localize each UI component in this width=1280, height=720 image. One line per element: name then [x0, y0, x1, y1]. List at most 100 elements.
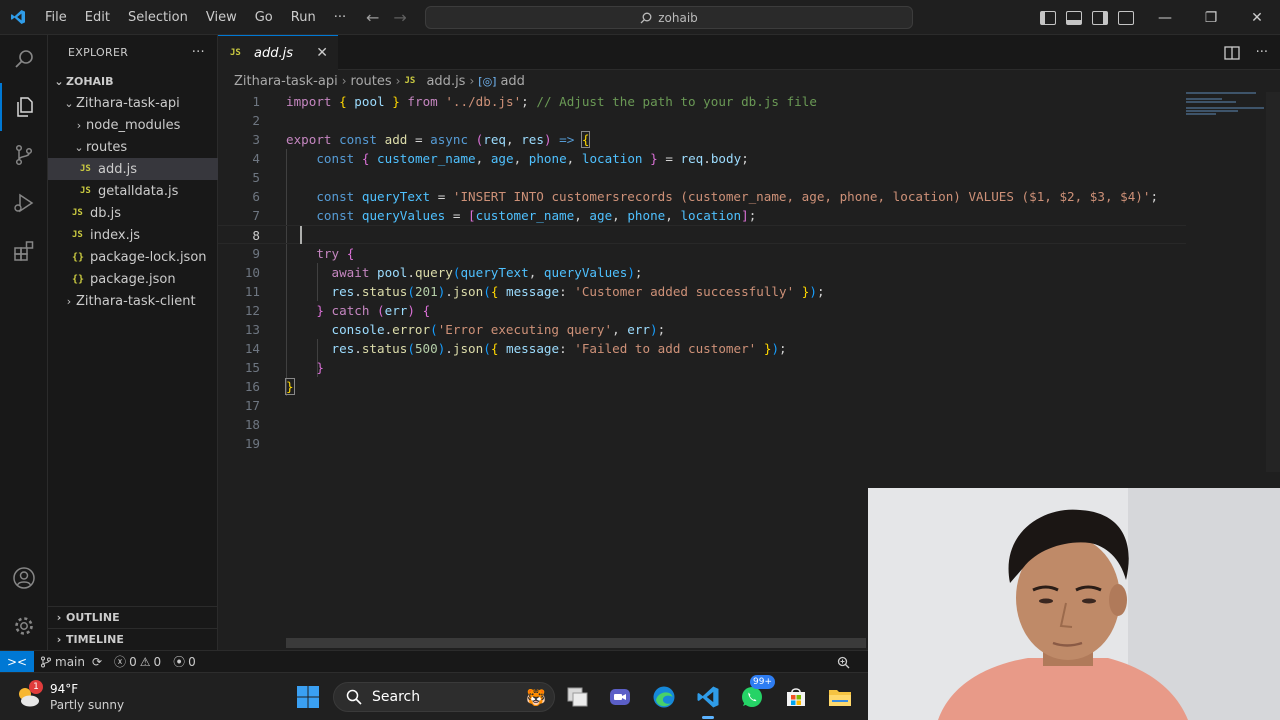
menu-more[interactable]: ··· — [325, 0, 355, 35]
toggle-secondary-sidebar-icon[interactable] — [1092, 10, 1108, 25]
search-icon — [640, 12, 652, 23]
forward-arrow-icon[interactable]: → — [393, 8, 406, 27]
microsoft-store-icon[interactable] — [780, 681, 812, 713]
toggle-panel-icon[interactable] — [1066, 10, 1082, 25]
settings-gear-icon[interactable] — [0, 602, 48, 650]
code-line: 4 const { customer_name, age, phone, loc… — [252, 151, 749, 166]
tree-file-package-json[interactable]: {} package.json — [48, 268, 218, 290]
explorer-icon[interactable] — [0, 83, 48, 131]
more-actions-icon[interactable]: ··· — [192, 45, 205, 60]
javascript-file-icon: JS — [80, 186, 91, 196]
breadcrumb: Zithara-task-api › routes › JS add.js › … — [234, 73, 525, 89]
code-line: 11 res.status(201).json({ message: 'Cust… — [244, 284, 825, 299]
code-line: 16} — [244, 378, 295, 395]
tree-file-add-js[interactable]: JS add.js — [48, 158, 218, 180]
code-line: 19 — [244, 436, 260, 451]
window-controls: — ❐ ✕ — [1142, 0, 1280, 35]
timeline-section-header[interactable]: › TIMELINE — [48, 628, 218, 650]
chevron-right-icon: › — [76, 118, 82, 132]
tab-close-icon[interactable]: ✕ — [316, 45, 328, 61]
javascript-file-icon: JS — [80, 164, 91, 174]
code-line: 14 res.status(500).json({ message: 'Fail… — [244, 341, 787, 356]
editor-more-actions-icon[interactable]: ··· — [1256, 45, 1268, 60]
windows-start-icon[interactable] — [292, 681, 324, 713]
tree-file-index-js[interactable]: JS index.js — [48, 224, 218, 246]
search-icon — [346, 689, 362, 705]
command-center-search[interactable]: zohaib — [425, 6, 913, 29]
webcam-overlay — [868, 488, 1280, 720]
remote-indicator[interactable]: >< — [0, 650, 34, 673]
accounts-icon[interactable] — [0, 554, 48, 602]
tree-folder-zithara-task-client[interactable]: › Zithara-task-client — [48, 290, 218, 312]
search-highlight-icon: 🐯 — [526, 687, 546, 707]
chevron-right-icon: › — [66, 294, 72, 308]
navigation-arrows: ← → — [366, 0, 407, 35]
back-arrow-icon[interactable]: ← — [366, 8, 379, 27]
vertical-scrollbar[interactable] — [1266, 92, 1280, 472]
tab-add-js[interactable]: JS add.js ✕ — [218, 35, 338, 70]
breadcrumb-symbol[interactable]: add — [500, 74, 524, 89]
vscode-taskbar-icon[interactable] — [692, 681, 724, 719]
tree-file-package-lock-json[interactable]: {} package-lock.json — [48, 246, 218, 268]
code-line: 10 await pool.query(queryText, queryValu… — [244, 265, 643, 280]
horizontal-scrollbar[interactable] — [286, 638, 866, 648]
code-line: 3 export const add = async (req, res) => … — [252, 131, 591, 148]
taskbar-search[interactable]: Search 🐯 — [333, 682, 555, 712]
minimize-button[interactable]: — — [1142, 0, 1188, 35]
tree-folder-routes[interactable]: ⌄ routes — [48, 136, 218, 158]
sidebar-header: EXPLORER ··· — [48, 35, 217, 70]
file-explorer-icon[interactable] — [824, 681, 856, 713]
breadcrumb-file[interactable]: add.js — [426, 74, 465, 89]
minimap[interactable] — [1186, 92, 1266, 132]
teams-meet-icon[interactable] — [604, 681, 636, 713]
restore-button[interactable]: ❐ — [1188, 0, 1234, 35]
error-icon: ⓧ — [114, 655, 127, 669]
edge-browser-icon[interactable] — [648, 681, 680, 713]
chevron-down-icon: ⌄ — [74, 140, 84, 154]
weather-widget[interactable]: 1 94°F Partly sunny — [14, 677, 124, 717]
tree-folder-node-modules[interactable]: › node_modules — [48, 114, 218, 136]
chevron-right-icon: › — [56, 633, 62, 646]
menu-edit[interactable]: Edit — [76, 0, 119, 35]
menu-selection[interactable]: Selection — [119, 0, 197, 35]
breadcrumb-folder-routes[interactable]: routes — [351, 74, 392, 89]
split-editor-icon[interactable] — [1223, 45, 1240, 60]
menu-run[interactable]: Run — [282, 0, 325, 35]
problems-indicator[interactable]: ⓧ 0 ⚠ 0 — [108, 653, 167, 670]
tree-file-db-js[interactable]: JS db.js — [48, 202, 218, 224]
taskbar-search-label: Search — [372, 689, 421, 705]
notification-badge: 1 — [29, 680, 43, 694]
toggle-primary-sidebar-icon[interactable] — [1040, 10, 1056, 25]
workspace-root[interactable]: ⌄ ZOHAIB — [48, 70, 218, 92]
broadcast-icon: ⦿ — [173, 655, 186, 669]
branch-indicator[interactable]: main ⟳ — [34, 655, 108, 669]
search-icon[interactable] — [0, 35, 48, 83]
source-control-icon[interactable] — [0, 131, 48, 179]
task-view-icon[interactable] — [562, 681, 594, 713]
run-debug-icon[interactable] — [0, 179, 48, 227]
vscode-logo-icon — [0, 0, 36, 35]
close-button[interactable]: ✕ — [1234, 0, 1280, 35]
menu-view[interactable]: View — [197, 0, 246, 35]
code-line: 18 — [244, 417, 260, 432]
breadcrumb-folder-api[interactable]: Zithara-task-api — [234, 74, 338, 89]
tree-folder-zithara-task-api[interactable]: ⌄ Zithara-task-api — [48, 92, 218, 114]
whatsapp-icon[interactable]: 99+ — [736, 675, 775, 713]
tree-file-getalldata-js[interactable]: JS getalldata.js — [48, 180, 218, 202]
command-center-label: zohaib — [658, 10, 698, 25]
ports-indicator[interactable]: ⦿ 0 — [167, 653, 202, 670]
menu-file[interactable]: File — [36, 0, 76, 35]
sync-icon[interactable]: ⟳ — [92, 655, 102, 669]
outline-section-header[interactable]: › OUTLINE — [48, 606, 218, 628]
customize-layout-icon[interactable] — [1118, 10, 1134, 25]
zoom-icon[interactable] — [832, 651, 854, 673]
menu-go[interactable]: Go — [246, 0, 282, 35]
code-line: 12 } catch (err) { — [244, 303, 431, 318]
extensions-icon[interactable] — [0, 227, 48, 275]
layout-controls — [1040, 0, 1134, 35]
weather-condition: Partly sunny — [50, 698, 125, 712]
partly-sunny-icon: 1 — [14, 680, 43, 711]
presenter-webcam-image — [868, 488, 1280, 720]
git-branch-icon — [41, 656, 51, 667]
code-line: 9 try { — [252, 246, 355, 261]
